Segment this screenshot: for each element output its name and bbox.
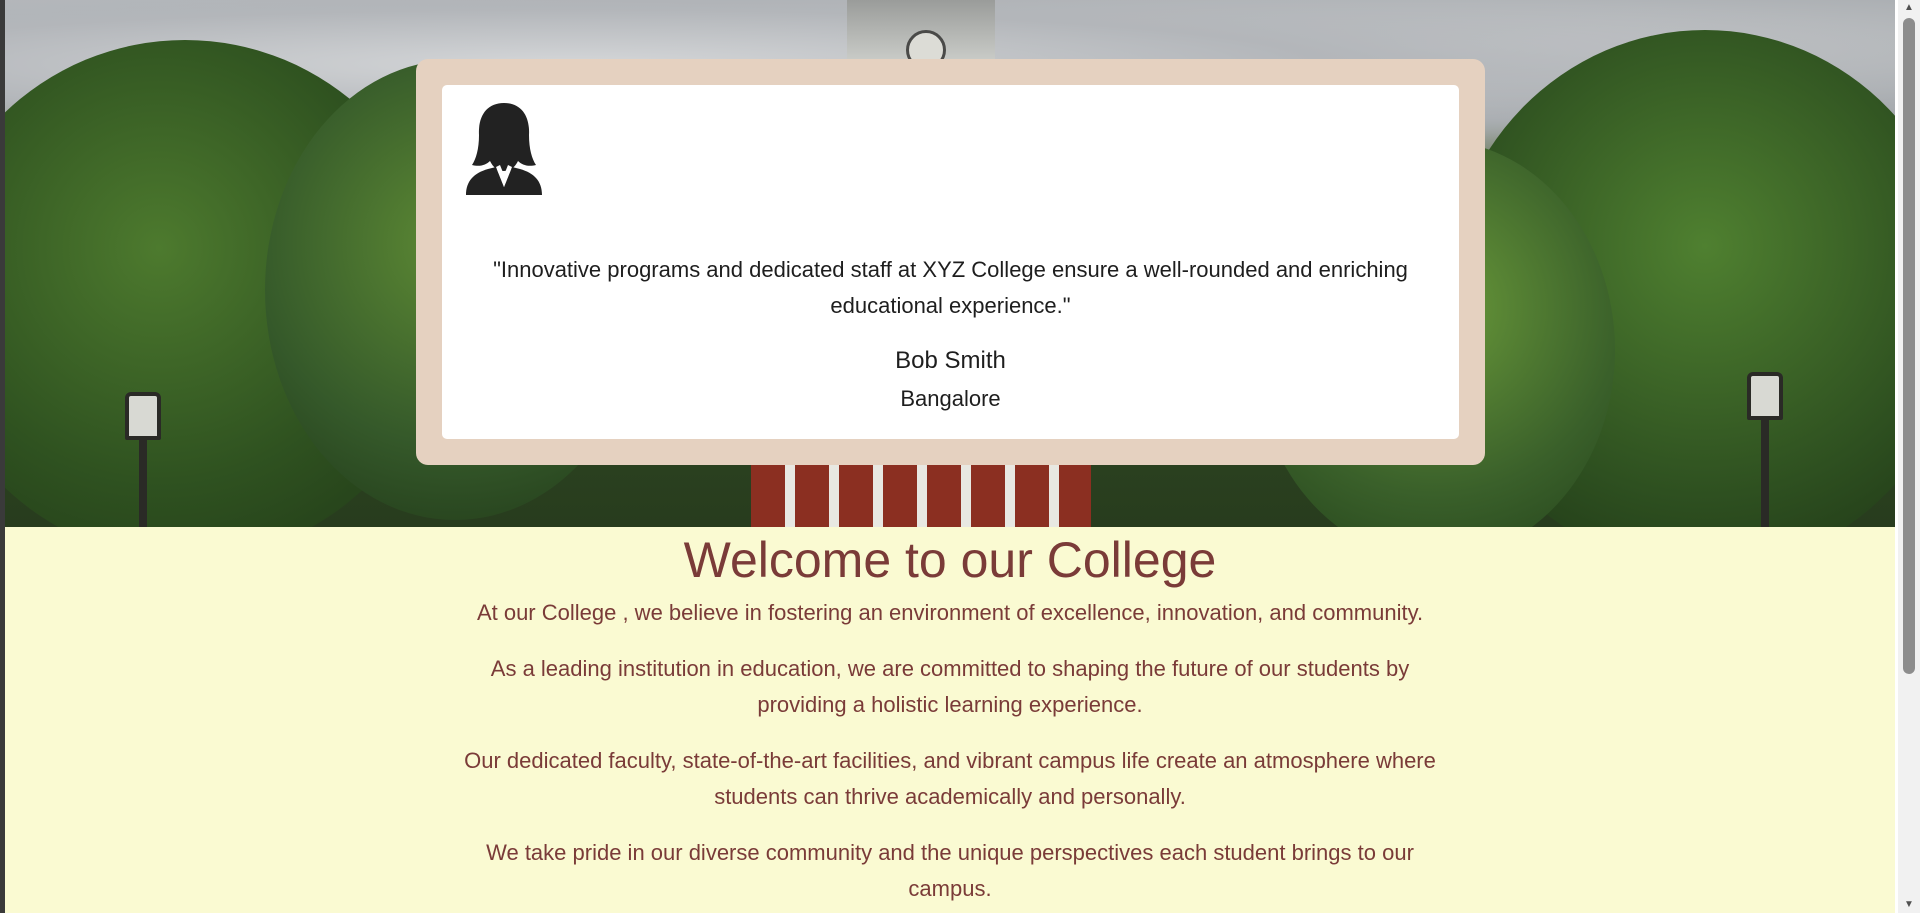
vertical-scrollbar[interactable]: ▲ ▼: [1898, 0, 1920, 913]
testimonial-location: Bangalore: [900, 386, 1001, 411]
scroll-up-arrow-icon[interactable]: ▲: [1898, 0, 1920, 16]
welcome-paragraph-2: As a leading institution in education, w…: [490, 656, 1410, 717]
welcome-section: Welcome to our College At our College , …: [5, 527, 1895, 913]
scrollbar-thumb[interactable]: [1903, 18, 1915, 674]
welcome-title: Welcome to our College: [683, 532, 1217, 588]
welcome-paragraph-1: At our College , we believe in fostering…: [476, 600, 1424, 625]
female-user-icon: [466, 103, 542, 195]
scroll-down-arrow-icon[interactable]: ▼: [1898, 897, 1920, 913]
welcome-paragraph-4: We take pride in our diverse community a…: [486, 840, 1414, 901]
testimonial-quote-text: "Innovative programs and dedicated staff…: [493, 257, 1408, 318]
testimonial-quote: "Innovative programs and dedicated staff…: [442, 252, 1459, 324]
page: "Innovative programs and dedicated staff…: [0, 0, 1920, 913]
testimonial-card-body: "Innovative programs and dedicated staff…: [442, 85, 1459, 439]
testimonial-card: "Innovative programs and dedicated staff…: [416, 59, 1485, 465]
testimonial-author: Bob Smith: [895, 347, 1006, 374]
welcome-paragraph-3: Our dedicated faculty, state-of-the-art …: [464, 748, 1436, 809]
